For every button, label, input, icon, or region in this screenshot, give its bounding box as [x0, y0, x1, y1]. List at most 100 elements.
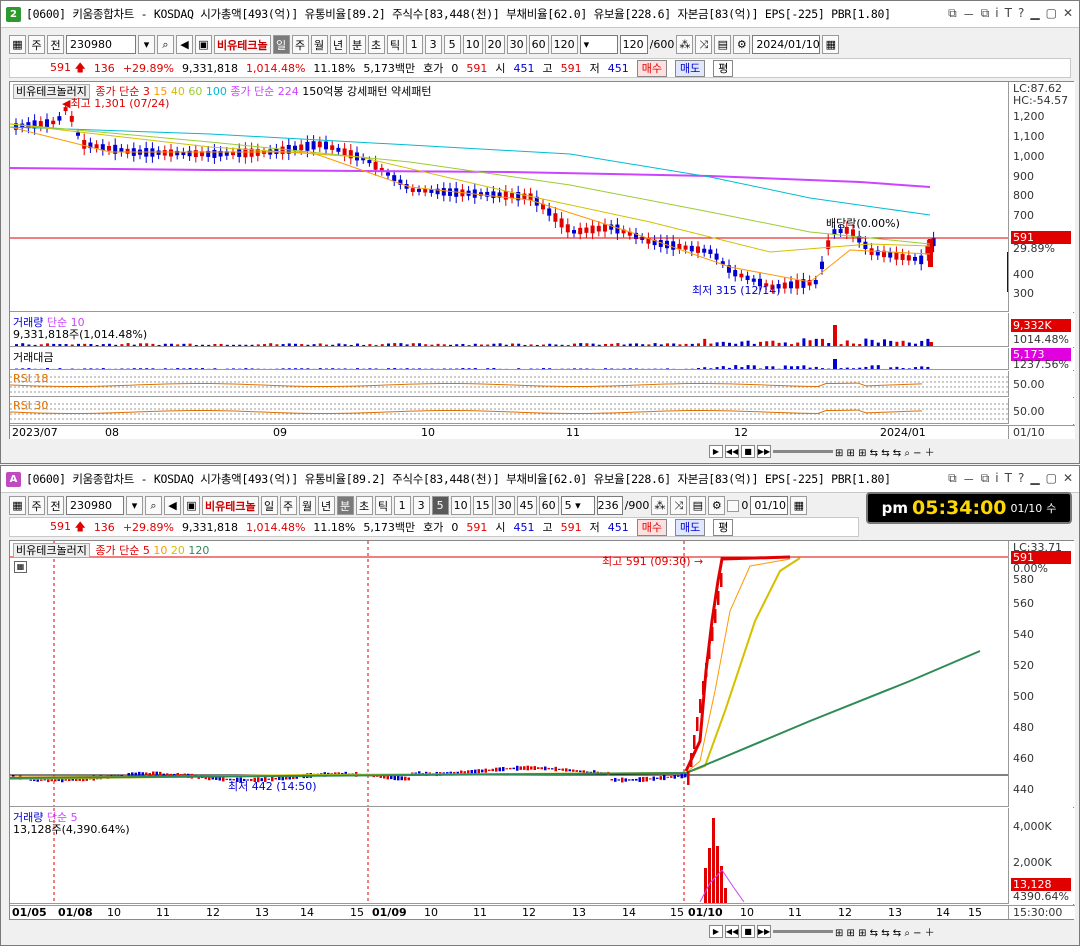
interval-120[interactable]: 120: [550, 35, 578, 54]
save-icon[interactable]: ▤: [689, 496, 707, 515]
price-axis[interactable]: LC:33.71 591 0.00% 580 560 540 520 500 4…: [1008, 541, 1075, 807]
interval-10[interactable]: 10: [450, 496, 471, 515]
interval-15[interactable]: 15: [472, 496, 493, 515]
dropdown-icon[interactable]: ▾: [138, 35, 155, 54]
first-icon[interactable]: ◀◀: [725, 444, 739, 458]
lock-icon[interactable]: ▣: [183, 496, 200, 515]
period-tick[interactable]: 틱: [386, 35, 404, 54]
grid-icon[interactable]: ▦: [9, 35, 26, 54]
sell-button[interactable]: 매도: [674, 518, 706, 536]
restore-icon[interactable]: ⧉: [981, 6, 990, 23]
stop-icon[interactable]: ■: [741, 444, 755, 458]
dropdown-icon[interactable]: ▾: [126, 496, 143, 515]
close-icon[interactable]: ✕: [1063, 471, 1073, 488]
price-axis[interactable]: LC:87.62 HC:-54.57 1,200 1,100 1,000 900…: [1008, 82, 1075, 312]
stock-code-input[interactable]: 230980: [66, 35, 136, 54]
last-icon[interactable]: ▶▶: [757, 444, 771, 458]
period-week[interactable]: 주: [279, 496, 297, 515]
interval-10[interactable]: 10: [462, 35, 483, 54]
title-bar[interactable]: A [0600] 키움종합차트 - KOSDAQ 시가총액[493(억)] 유통…: [1, 466, 1079, 493]
stock-tab[interactable]: 비유테크놀러지: [13, 543, 90, 558]
interval-30[interactable]: 30: [494, 496, 515, 515]
period-tick[interactable]: 틱: [374, 496, 392, 515]
volume-pane[interactable]: 거래량 단순 5 13,128주(4,390.64%): [10, 808, 1008, 904]
search-icon[interactable]: ⌕: [145, 496, 162, 515]
save-icon[interactable]: ▤: [714, 35, 732, 54]
date-input[interactable]: 2024/01/10: [752, 35, 821, 54]
interval-combo[interactable]: 5 ▾: [560, 496, 595, 515]
minus-icon[interactable]: －: [963, 6, 975, 23]
interval-60[interactable]: 60: [528, 35, 549, 54]
period-year[interactable]: 년: [329, 35, 347, 54]
maximize-icon[interactable]: ▢: [1046, 471, 1057, 488]
text-icon[interactable]: T: [1005, 471, 1012, 488]
minute-chart-area[interactable]: 비유테크놀러지 종가 단순 5 10 20 120 ▦ 최고 591 (09:3…: [9, 540, 1075, 920]
period-day[interactable]: 일: [260, 496, 278, 515]
interval-45[interactable]: 45: [516, 496, 537, 515]
interval-1[interactable]: 1: [393, 496, 411, 515]
table-icon[interactable]: ▦: [14, 561, 27, 573]
stock-type-button[interactable]: 주: [28, 35, 45, 54]
bar-count-input[interactable]: 236: [596, 496, 623, 515]
scroll-right-icon[interactable]: ▶: [709, 924, 723, 938]
interval-3[interactable]: 3: [412, 496, 430, 515]
first-icon[interactable]: ◀◀: [725, 924, 739, 938]
minimize-icon[interactable]: ▁: [1030, 471, 1039, 488]
info-icon[interactable]: i: [995, 6, 998, 23]
period-month[interactable]: 월: [310, 35, 328, 54]
speaker-icon[interactable]: ◀: [176, 35, 193, 54]
period-second[interactable]: 초: [367, 35, 385, 54]
price-pane[interactable]: 비유테크놀러지 종가 단순 5 10 20 120 ▦ 최고 591 (09:3…: [10, 541, 1008, 807]
calendar-icon[interactable]: ▦: [822, 35, 840, 54]
price-pane[interactable]: 비유테크놀러지 종가 단순 3 15 40 60 100 종가 단순 224 1…: [10, 82, 1008, 312]
zoom-icons[interactable]: ⊞ ⊞ ⊞ ⇆ ⇆ ⇆ ⌕ − ＋: [835, 444, 935, 459]
period-year[interactable]: 년: [317, 496, 335, 515]
interval-5[interactable]: 5: [431, 496, 449, 515]
interval-combo[interactable]: ▾: [579, 35, 618, 54]
title-bar[interactable]: 2 [0600] 키움종합차트 - KOSDAQ 시가총액[493(억)] 유통…: [1, 1, 1079, 28]
market-button[interactable]: 전: [47, 35, 64, 54]
compare-icon[interactable]: ⤨: [670, 496, 688, 515]
zoom-slider[interactable]: [773, 449, 833, 453]
text-icon[interactable]: T: [1005, 6, 1012, 23]
indicator-icon[interactable]: ⁂: [651, 496, 669, 515]
link-icon[interactable]: ⧉: [948, 6, 957, 23]
rsi30-pane[interactable]: RSI 30: [10, 398, 1008, 424]
checkbox[interactable]: [727, 499, 740, 512]
amount-pane[interactable]: 거래대금: [10, 348, 1008, 370]
date-input[interactable]: 01/10: [750, 496, 789, 515]
period-day[interactable]: 일: [272, 35, 290, 54]
rsi18-pane[interactable]: RSI 18: [10, 371, 1008, 397]
period-minute[interactable]: 분: [336, 496, 354, 515]
interval-3[interactable]: 3: [424, 35, 442, 54]
bar-count-input[interactable]: 120: [619, 35, 648, 54]
interval-5[interactable]: 5: [443, 35, 461, 54]
sell-button[interactable]: 매도: [674, 59, 706, 77]
close-icon[interactable]: ✕: [1063, 6, 1073, 23]
interval-60[interactable]: 60: [538, 496, 559, 515]
daily-chart-area[interactable]: 비유테크놀러지 종가 단순 3 15 40 60 100 종가 단순 224 1…: [9, 81, 1075, 439]
period-minute[interactable]: 분: [348, 35, 366, 54]
interval-1[interactable]: 1: [405, 35, 423, 54]
interval-20[interactable]: 20: [484, 35, 505, 54]
stop-icon[interactable]: ■: [741, 924, 755, 938]
restore-icon[interactable]: ⧉: [981, 471, 990, 488]
period-month[interactable]: 월: [298, 496, 316, 515]
help-icon[interactable]: ?: [1018, 6, 1024, 23]
speaker-icon[interactable]: ◀: [164, 496, 181, 515]
search-icon[interactable]: ⌕: [157, 35, 174, 54]
calendar-icon[interactable]: ▦: [790, 496, 808, 515]
stock-code-input[interactable]: 230980: [66, 496, 124, 515]
avg-button[interactable]: 평: [713, 59, 734, 77]
volume-pane[interactable]: 거래량 단순 10 9,331,818주(1,014.48%): [10, 313, 1008, 347]
buy-button[interactable]: 매수: [636, 518, 667, 536]
market-button[interactable]: 전: [47, 496, 64, 515]
period-week[interactable]: 주: [291, 35, 309, 54]
maximize-icon[interactable]: ▢: [1046, 6, 1057, 23]
link-icon[interactable]: ⧉: [948, 471, 957, 488]
last-icon[interactable]: ▶▶: [757, 924, 771, 938]
minimize-icon[interactable]: ▁: [1030, 6, 1039, 23]
stock-type-button[interactable]: 주: [28, 496, 45, 515]
help-icon[interactable]: ?: [1018, 471, 1024, 488]
settings-icon[interactable]: ⚙: [733, 35, 751, 54]
